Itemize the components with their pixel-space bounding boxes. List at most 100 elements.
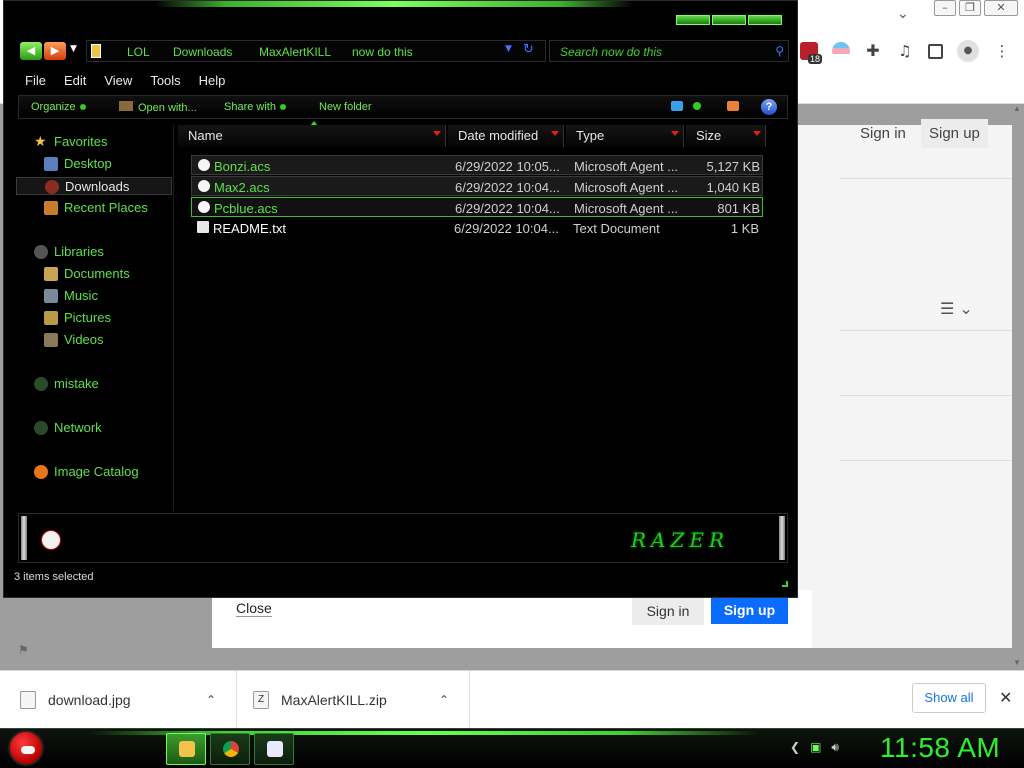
help-icon[interactable]: ? [761,99,777,115]
close-button[interactable]: ✕ [984,0,1018,16]
column-header-type[interactable]: Type [566,125,684,147]
profile-avatar-icon[interactable]: ● [957,40,979,62]
breadcrumb[interactable]: LOL [127,45,150,59]
taskbar-clock[interactable]: 11:58 AM [880,732,1000,764]
close-button[interactable] [748,15,782,25]
file-date: 6/29/2022 10:04... [454,221,559,236]
battery-icon[interactable]: ▣ [810,740,821,755]
chevron-up-icon[interactable]: ⌃ [439,693,449,707]
column-label: Name [188,128,223,143]
table-row[interactable]: Pcblue.acs 6/29/2022 10:04... Microsoft … [191,197,763,217]
agent-thumbnail-icon [41,530,61,550]
nav-image-catalog[interactable]: Image Catalog [16,463,172,481]
extensions-puzzle-icon[interactable]: ✚ [864,42,882,60]
minimize-button[interactable] [676,15,710,25]
chevron-up-icon[interactable]: ⌃ [206,693,216,707]
restore-button[interactable]: ❐ [959,0,981,16]
file-name[interactable]: Pcblue.acs [214,201,444,216]
nav-recent-places[interactable]: Recent Places [16,199,172,217]
show-all-button[interactable]: Show all [912,683,986,713]
table-row[interactable]: README.txt 6/29/2022 10:04... Text Docum… [191,218,763,238]
column-dropdown-icon[interactable] [551,131,559,136]
back-button[interactable]: ◀ [20,42,42,60]
menu-edit[interactable]: Edit [55,71,95,91]
maximize-button[interactable] [712,15,746,25]
header-signup-button[interactable]: Sign up [921,119,988,148]
libraries-icon [34,245,48,259]
flag-extension-icon[interactable] [832,42,850,60]
report-flag-icon[interactable]: ⚑ [18,643,29,657]
taskbar-chrome-button[interactable] [210,733,250,765]
details-pane: RAZER [18,513,788,563]
file-name[interactable]: Bonzi.acs [214,159,444,174]
nav-network[interactable]: Network [16,419,172,437]
view-dropdown-icon[interactable] [693,102,701,110]
file-size: 801 KB [717,201,760,216]
banner-close-button[interactable]: Close [236,600,272,617]
forward-button[interactable]: ▶ [44,42,66,60]
share-with-button[interactable]: Share with [224,101,286,113]
refresh-icon[interactable]: ↻ [523,42,534,57]
tray-chevron-icon[interactable]: ❮ [790,740,800,755]
open-with-button[interactable]: Open with... [119,101,197,114]
menu-help[interactable]: Help [190,71,235,91]
nav-label: Favorites [54,134,108,149]
preview-pane-icon[interactable] [727,101,739,111]
agent-file-icon [198,201,210,213]
column-dropdown-icon[interactable] [671,131,679,136]
new-folder-button[interactable]: New folder [319,101,372,113]
table-row[interactable]: Bonzi.acs 6/29/2022 10:05... Microsoft A… [191,155,763,175]
scroll-down-arrow-icon[interactable]: ▼ [1013,658,1021,667]
file-name[interactable]: Max2.acs [214,180,444,195]
nav-favorites[interactable]: ★ Favorites [16,133,172,151]
column-header-name[interactable]: Name [178,125,446,147]
banner-signup-button[interactable]: Sign up [711,596,788,624]
download-item[interactable]: Z MaxAlertKILL.zip ⌃ [237,671,470,729]
start-button-icon[interactable] [8,730,44,766]
breadcrumb[interactable]: Downloads [173,45,232,59]
taskbar-notepad-button[interactable] [254,733,294,765]
nav-desktop[interactable]: Desktop [16,155,172,173]
close-downloads-icon[interactable]: ✕ [999,688,1012,707]
recent-pages-dropdown-icon[interactable]: ▼ [70,44,77,54]
address-bar[interactable]: LOL Downloads MaxAlertKILL now do this ▼… [86,40,546,62]
download-item[interactable]: download.jpg ⌃ [0,671,237,729]
nav-music[interactable]: Music [16,287,172,305]
taskbar-explorer-button[interactable] [166,733,206,765]
nav-homegroup[interactable]: mistake [16,375,172,393]
breadcrumb[interactable]: now do this [352,45,413,59]
nav-videos[interactable]: Videos [16,331,172,349]
address-dropdown-icon[interactable]: ▼ [505,44,512,54]
column-dropdown-icon[interactable] [433,131,441,136]
resize-grip-icon[interactable] [782,581,788,587]
organize-button[interactable]: Organize [31,101,86,113]
downloads-icon [45,180,59,194]
table-row[interactable]: Max2.acs 6/29/2022 10:04... Microsoft Ag… [191,176,763,196]
breadcrumb[interactable]: MaxAlertKILL [259,45,331,59]
tab-search-chevron-icon[interactable]: ⌄ [897,6,909,22]
media-control-icon[interactable]: ♫ [896,42,914,60]
nav-documents[interactable]: Documents [16,265,172,283]
minimize-button[interactable]: – [934,0,956,16]
column-dropdown-icon[interactable] [753,131,761,136]
menu-view[interactable]: View [95,71,141,91]
view-icon[interactable] [671,101,683,111]
file-name[interactable]: README.txt [213,221,443,236]
downloads-bar: download.jpg ⌃ Z MaxAlertKILL.zip ⌃ [0,670,1024,729]
hamburger-menu-icon[interactable]: ☰ ⌄ [940,299,973,318]
column-header-size[interactable]: Size [686,125,766,147]
banner-signin-button[interactable]: Sign in [632,597,704,625]
scroll-up-arrow-icon[interactable]: ▲ [1013,104,1021,113]
column-header-date[interactable]: Date modified [448,125,564,147]
nav-pictures[interactable]: Pictures [16,309,172,327]
search-input[interactable]: Search now do this ⚲ [549,40,789,62]
side-panel-icon[interactable] [928,43,943,59]
nav-downloads[interactable]: Downloads [16,177,172,195]
volume-icon[interactable]: 🔊︎ [831,740,839,755]
search-icon[interactable]: ⚲ [775,44,784,58]
menu-file[interactable]: File [16,71,55,91]
browser-menu-icon[interactable]: ⋮ [993,42,1011,60]
header-signin-link[interactable]: Sign in [860,125,906,142]
menu-tools[interactable]: Tools [141,71,189,91]
nav-libraries[interactable]: Libraries [16,243,172,261]
